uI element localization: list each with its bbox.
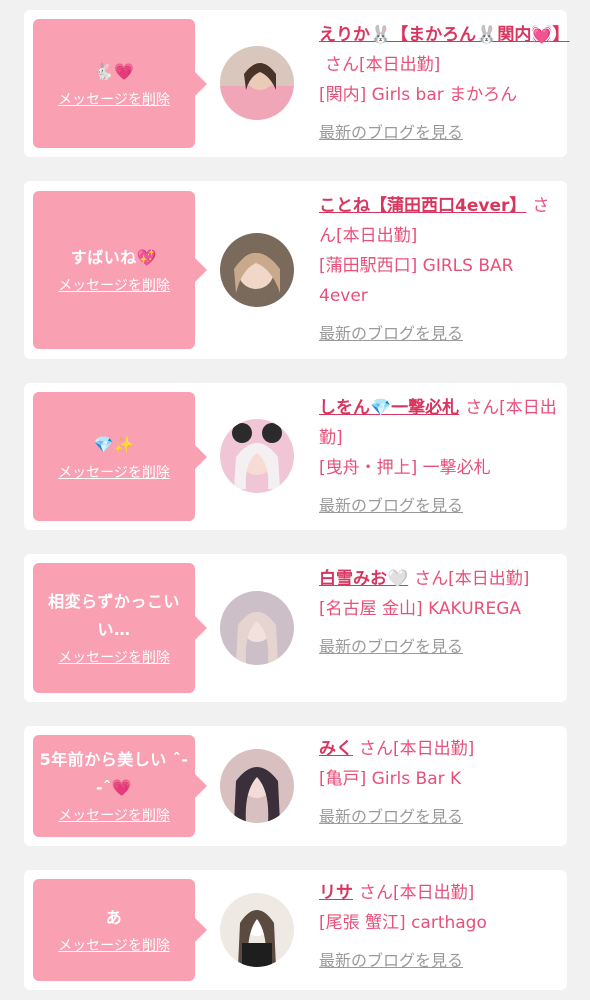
message-bubble: 🐇💗 メッセージを削除: [33, 19, 207, 148]
delete-message-link[interactable]: メッセージを削除: [58, 648, 170, 668]
profile-info: しをん💎一撃必札 さん[本日出勤] [曳舟・押上] 一撃必札 最新のブログを見る: [319, 393, 561, 529]
shop-name: [亀戸] Girls Bar K: [319, 769, 462, 789]
message-card: あ メッセージを削除 リサ さん[本日出勤] [尾張 蟹江] carthago 最…: [24, 870, 567, 990]
message-card: 相変らずかっこいい… メッセージを削除 白雪みお🤍 さん[本日出勤] [名古屋 金…: [24, 554, 567, 702]
profile-info: えりか🐰【まかろん🐰関内💓】さん[本日出勤] [関内] Girls bar まか…: [319, 20, 570, 156]
message-text: 🐇💗: [93, 61, 135, 81]
avatar[interactable]: [220, 233, 294, 307]
delete-message-link[interactable]: メッセージを削除: [58, 463, 170, 483]
message-card: 🐇💗 メッセージを削除 えりか🐰【まかろん🐰関内💓】さん[本日出勤] [関内] …: [24, 10, 570, 157]
avatar[interactable]: [220, 749, 294, 823]
profile-info: 白雪みお🤍 さん[本日出勤] [名古屋 金山] KAKUREGA 最新のブログを見…: [319, 564, 561, 670]
latest-blog-link[interactable]: 最新のブログを見る: [319, 123, 463, 142]
san-status: さん[本日出勤]: [359, 883, 475, 903]
profile-name-link[interactable]: ことね【蒲田西口4ever】: [319, 196, 526, 216]
message-text: 相変らずかっこいい…: [48, 592, 180, 639]
delete-message-link[interactable]: メッセージを削除: [58, 806, 170, 826]
avatar[interactable]: [220, 419, 294, 493]
profile-name-link[interactable]: リサ: [319, 883, 353, 903]
message-card: すばいね💖 メッセージを削除 ことね【蒲田西口4ever】 さん[本日出勤] [蒲…: [24, 181, 567, 359]
profile-name-link[interactable]: えりか🐰【まかろん🐰関内💓】: [319, 25, 570, 45]
shop-name: [関内] Girls bar まかろん: [319, 85, 518, 105]
avatar[interactable]: [220, 591, 294, 665]
message-list: 🐇💗 メッセージを削除 えりか🐰【まかろん🐰関内💓】さん[本日出勤] [関内] …: [0, 0, 590, 1000]
avatar-photo: [220, 46, 294, 120]
profile-name-link[interactable]: みく: [319, 739, 353, 759]
san-status: さん[本日出勤]: [359, 739, 475, 759]
delete-message-link[interactable]: メッセージを削除: [58, 276, 170, 296]
shop-name: [曳舟・押上] 一撃必札: [319, 458, 491, 478]
latest-blog-link[interactable]: 最新のブログを見る: [319, 324, 463, 343]
avatar-photo: [220, 893, 294, 967]
delete-message-link[interactable]: メッセージを削除: [58, 90, 170, 110]
avatar[interactable]: [220, 46, 294, 120]
avatar-photo: [220, 233, 294, 307]
latest-blog-link[interactable]: 最新のブログを見る: [319, 951, 463, 970]
message-card: 5年前から美しい ˆ- -ˆ💗 メッセージを削除 みく さん[本日出勤] [亀戸]…: [24, 726, 567, 846]
shop-name: [尾張 蟹江] carthago: [319, 913, 487, 933]
avatar-photo: [220, 749, 294, 823]
avatar-photo: [220, 419, 294, 493]
profile-name-link[interactable]: 白雪みお🤍: [319, 569, 408, 589]
message-bubble: 5年前から美しい ˆ- -ˆ💗 メッセージを削除: [33, 735, 207, 837]
message-bubble: すばいね💖 メッセージを削除: [33, 191, 207, 349]
message-text: あ: [105, 908, 123, 927]
message-bubble: 💎✨ メッセージを削除: [33, 392, 207, 521]
profile-info: みく さん[本日出勤] [亀戸] Girls Bar K 最新のブログを見る: [319, 734, 561, 840]
profile-info: ことね【蒲田西口4ever】 さん[本日出勤] [蒲田駅西口] GIRLS BAR…: [319, 191, 561, 357]
shop-name: [名古屋 金山] KAKUREGA: [319, 599, 522, 619]
message-bubble: あ メッセージを削除: [33, 879, 207, 981]
latest-blog-link[interactable]: 最新のブログを見る: [319, 807, 463, 826]
shop-name: [蒲田駅西口] GIRLS BAR 4ever: [319, 256, 514, 306]
san-status: さん[本日出勤]: [414, 569, 530, 589]
message-text: 5年前から美しい ˆ- -ˆ💗: [39, 750, 189, 797]
latest-blog-link[interactable]: 最新のブログを見る: [319, 496, 463, 515]
message-card: 💎✨ メッセージを削除 しをん💎一撃必札 さん[本日出勤] [曳舟・押上] 一撃必…: [24, 383, 567, 530]
avatar-photo: [220, 591, 294, 665]
message-text: すばいね💖: [70, 248, 158, 267]
message-bubble: 相変らずかっこいい… メッセージを削除: [33, 563, 207, 693]
delete-message-link[interactable]: メッセージを削除: [58, 936, 170, 956]
profile-info: リサ さん[本日出勤] [尾張 蟹江] carthago 最新のブログを見る: [319, 878, 561, 984]
profile-name-link[interactable]: しをん💎一撃必札: [319, 398, 459, 418]
san-status: さん[本日出勤]: [325, 55, 441, 75]
latest-blog-link[interactable]: 最新のブログを見る: [319, 637, 463, 656]
avatar[interactable]: [220, 893, 294, 967]
message-text: 💎✨: [93, 434, 135, 454]
